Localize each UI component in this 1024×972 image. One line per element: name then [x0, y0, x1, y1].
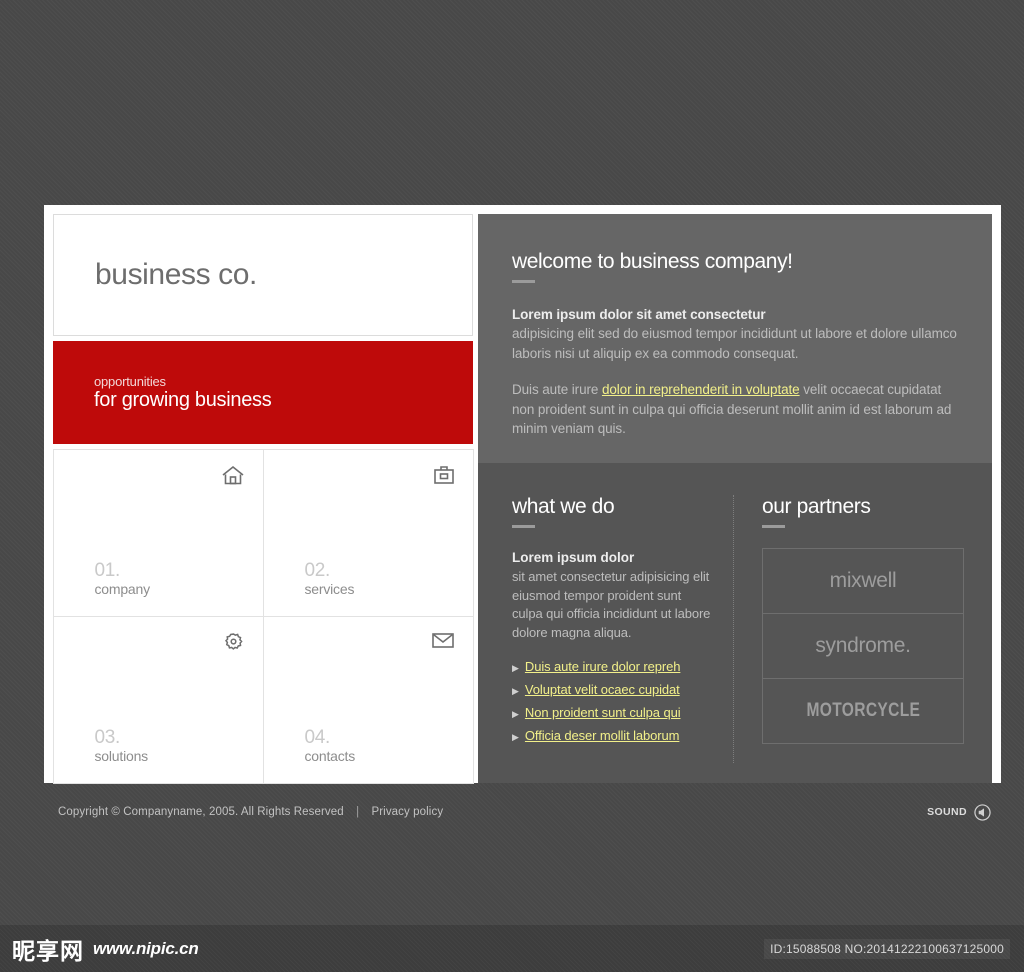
footer-separator: | — [356, 806, 360, 818]
home-icon — [221, 464, 245, 486]
lower-panel: what we do Lorem ipsum dolor sit amet co… — [478, 463, 992, 783]
page-container: business co. opportunities for growing b… — [44, 205, 1001, 784]
gear-icon — [222, 631, 245, 654]
welcome-panel: welcome to business company! Lorem ipsum… — [478, 214, 992, 463]
do-link[interactable]: Voluptat velit ocaec cupidat — [525, 682, 680, 697]
sound-toggle[interactable]: SOUND — [927, 803, 991, 821]
paragraph-text-before: Duis aute irure — [512, 382, 602, 397]
watermark-id: ID:15088508 NO:20141222100637125000 — [764, 938, 1010, 959]
nav-item-services[interactable]: 02. services — [262, 448, 474, 617]
nav-label: contacts — [304, 747, 356, 764]
do-link[interactable]: Duis aute irure dolor repreh — [525, 659, 681, 674]
welcome-title: welcome to business company! — [512, 250, 793, 273]
what-we-do-title: what we do — [512, 495, 615, 518]
nav-number: 01. — [94, 559, 121, 581]
partner-item-mixwell[interactable]: mixwell — [762, 548, 964, 614]
envelope-icon — [431, 631, 455, 649]
what-we-do-section: what we do Lorem ipsum dolor sit amet co… — [512, 495, 734, 763]
what-we-do-link-list: ▶ Duis aute irure dolor repreh ▶ Volupta… — [512, 659, 713, 743]
what-we-do-lead: Lorem ipsum dolor — [512, 550, 635, 565]
list-item[interactable]: ▶ Officia deser mollit laborum — [512, 728, 713, 743]
list-item[interactable]: ▶ Duis aute irure dolor repreh — [512, 659, 713, 674]
do-link[interactable]: Non proident sunt culpa qui — [525, 705, 681, 720]
welcome-body: adipisicing elit sed do eiusmod tempor i… — [512, 326, 957, 361]
briefcase-icon — [433, 464, 455, 485]
copyright-text: Copyright © Companyname, 2005. All Right… — [58, 806, 344, 818]
bullet-arrow-icon: ▶ — [512, 686, 519, 696]
bullet-arrow-icon: ▶ — [512, 709, 519, 719]
partners-title: our partners — [762, 495, 871, 518]
right-column: welcome to business company! Lorem ipsum… — [478, 214, 992, 783]
nav-label: solutions — [94, 747, 149, 764]
title-underline — [512, 280, 535, 283]
partner-list: mixwell syndrome. MOTORCYCLE — [762, 548, 964, 744]
welcome-paragraph-2: Duis aute irure dolor in reprehenderit i… — [512, 380, 958, 439]
nav-item-solutions[interactable]: 03. solutions — [52, 615, 264, 784]
partner-item-syndrome[interactable]: syndrome. — [762, 613, 964, 679]
left-column: business co. opportunities for growing b… — [52, 214, 474, 784]
promo-banner[interactable]: opportunities for growing business — [53, 341, 473, 444]
do-link[interactable]: Officia deser mollit laborum — [525, 728, 680, 743]
nav-number: 04. — [304, 726, 331, 748]
watermark-bar: 昵享网 www.nipic.cn ID:15088508 NO:20141222… — [0, 925, 1024, 972]
nav-label: services — [304, 580, 355, 597]
privacy-policy-link[interactable]: Privacy policy — [371, 806, 443, 818]
title-underline — [762, 525, 785, 528]
logo-box[interactable]: business co. — [53, 214, 473, 336]
list-item[interactable]: ▶ Voluptat velit ocaec cupidat — [512, 682, 713, 697]
partners-section: our partners mixwell syndrome. MOTORCYCL… — [734, 495, 964, 763]
nav-item-company[interactable]: 01. company — [52, 448, 264, 617]
site-logo: business co. — [95, 258, 257, 291]
speaker-icon[interactable] — [974, 803, 991, 821]
bullet-arrow-icon: ▶ — [512, 663, 519, 673]
partner-name: MOTORCYCLE — [806, 700, 920, 721]
footer-copyright: Copyright © Companyname, 2005. All Right… — [58, 806, 443, 818]
footer: Copyright © Companyname, 2005. All Right… — [44, 783, 1001, 841]
watermark-logo-cn: 昵享网 — [12, 938, 84, 965]
sound-label: SOUND — [927, 806, 967, 818]
navigation-grid: 01. company 02. services 03. solutions 0… — [52, 448, 474, 784]
inline-link[interactable]: dolor in reprehenderit in voluptate — [602, 382, 800, 397]
nav-label: company — [94, 580, 151, 597]
list-item[interactable]: ▶ Non proident sunt culpa qui — [512, 705, 713, 720]
partner-name: mixwell — [829, 569, 897, 592]
nav-item-contacts[interactable]: 04. contacts — [262, 615, 474, 784]
partner-name: syndrome. — [815, 634, 911, 657]
bullet-arrow-icon: ▶ — [512, 732, 519, 742]
promo-title: for growing business — [94, 388, 272, 411]
what-we-do-body: sit amet consectetur adipisicing elit ei… — [512, 569, 711, 640]
nav-number: 02. — [304, 559, 331, 581]
watermark-url: www.nipic.cn — [93, 938, 199, 958]
nav-number: 03. — [94, 726, 121, 748]
promo-subtitle: opportunities — [94, 373, 166, 389]
title-underline — [512, 525, 535, 528]
welcome-lead: Lorem ipsum dolor sit amet consectetur — [512, 307, 766, 322]
partner-item-motorcycle[interactable]: MOTORCYCLE — [762, 678, 964, 744]
